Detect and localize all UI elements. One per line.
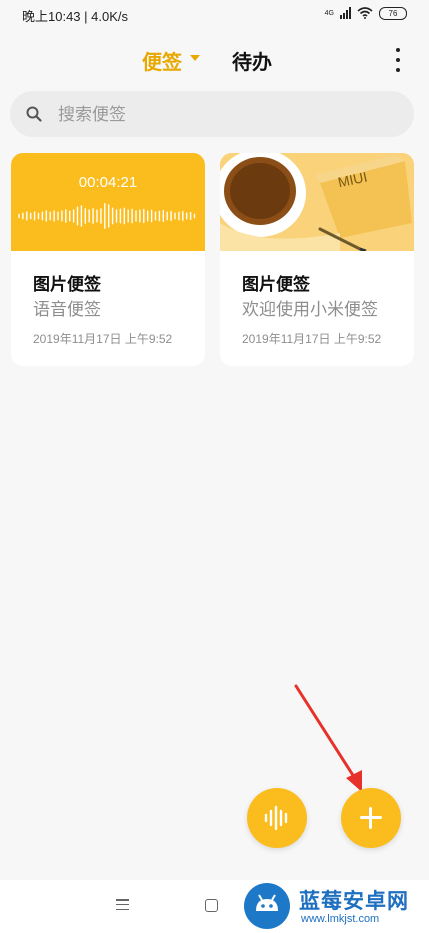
coffee-illustration: MIUI bbox=[220, 153, 414, 253]
more-options-icon[interactable] bbox=[395, 48, 401, 72]
microphone-wave-icon bbox=[264, 805, 288, 831]
voice-note-button[interactable] bbox=[247, 788, 307, 848]
menu-icon[interactable] bbox=[116, 899, 129, 910]
status-bar: 晚上10:43 | 4.0K/s 4G 76 bbox=[0, 0, 429, 28]
watermark-url: www.lmkjst.com bbox=[301, 913, 380, 925]
add-note-button[interactable] bbox=[341, 788, 401, 848]
annotation-arrow-icon bbox=[294, 684, 362, 792]
search-bar[interactable] bbox=[10, 91, 414, 139]
signal-icon bbox=[340, 7, 351, 19]
note-date: 2019年11月17日 上午9:52 bbox=[242, 332, 382, 346]
status-icons: 4G 76 bbox=[325, 5, 407, 21]
android-logo-icon bbox=[244, 883, 290, 929]
status-time-speed: 晚上10:43 | 4.0K/s bbox=[22, 9, 128, 24]
note-card-voice[interactable]: 00:04:21 图片便签 语音便签 2019年11月17日 上午9:52 bbox=[11, 153, 205, 366]
voice-duration: 00:04:21 bbox=[78, 174, 138, 191]
search-icon bbox=[26, 106, 42, 122]
note-image: MIUI bbox=[220, 153, 414, 253]
watermark-name: 蓝莓安卓网 bbox=[299, 889, 409, 913]
tab-todo[interactable]: 待办 bbox=[232, 46, 272, 75]
note-card-image[interactable]: MIUI 图片便签 欢迎使用小米便签 2019年11月17日 上午9:52 bbox=[220, 153, 414, 366]
note-subtitle: 语音便签 bbox=[33, 300, 101, 320]
note-date: 2019年11月17日 上午9:52 bbox=[33, 332, 173, 346]
note-subtitle: 欢迎使用小米便签 bbox=[242, 300, 378, 320]
tab-notes[interactable]: 便签 bbox=[142, 46, 182, 75]
note-title: 图片便签 bbox=[242, 275, 310, 295]
battery-icon: 76 bbox=[379, 6, 407, 20]
search-input[interactable] bbox=[56, 91, 380, 139]
chevron-down-icon[interactable] bbox=[190, 55, 200, 61]
app-header: 便签 待办 bbox=[0, 40, 429, 80]
note-title: 图片便签 bbox=[33, 275, 101, 295]
voice-note-header: 00:04:21 bbox=[11, 153, 205, 251]
watermark: 蓝莓安卓网 www.lmkjst.com bbox=[244, 881, 424, 931]
wifi-icon bbox=[357, 7, 373, 19]
network-type-label: 4G bbox=[324, 9, 334, 17]
waveform-icon bbox=[18, 203, 196, 229]
home-icon[interactable] bbox=[205, 899, 218, 912]
